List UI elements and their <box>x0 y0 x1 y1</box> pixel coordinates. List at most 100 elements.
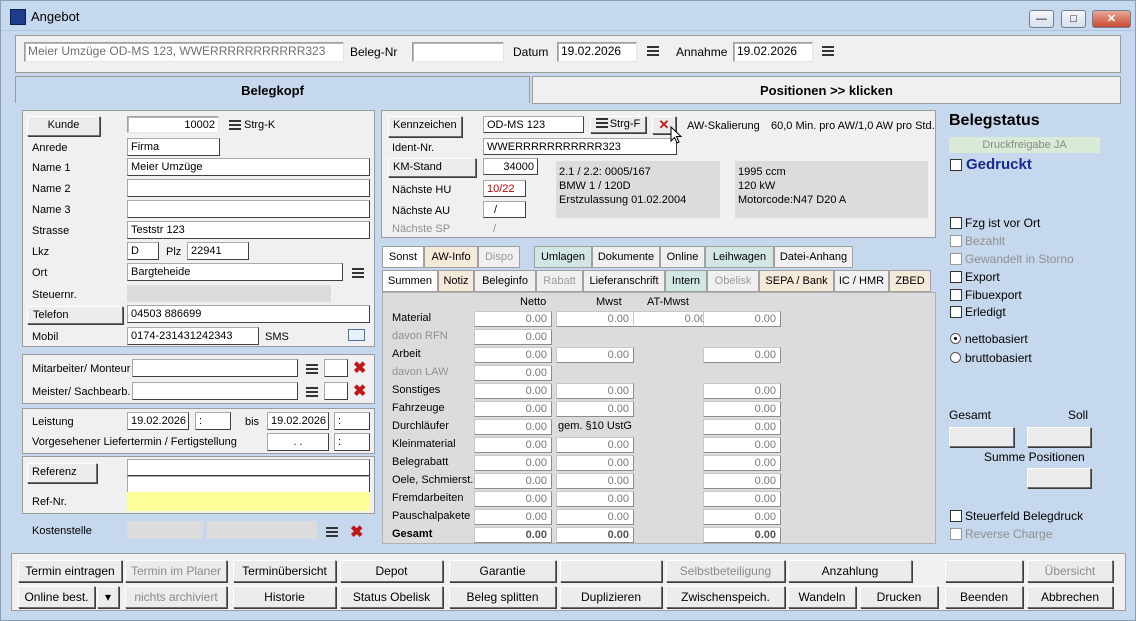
tab-sepa-bank[interactable]: SEPA / Bank <box>759 270 834 292</box>
maximize-button[interactable]: □ <box>1061 10 1086 28</box>
telefon-button[interactable]: Telefon <box>27 306 123 324</box>
telefon-field[interactable]: 04503 886699 <box>127 305 370 323</box>
tab-rabatt[interactable]: Rabatt <box>536 270 583 292</box>
nettobasiert-radio[interactable] <box>950 333 961 344</box>
kostenstelle-clear-icon[interactable]: ✖ <box>350 525 363 541</box>
anzahlung-button[interactable]: Anzahlung <box>788 560 912 582</box>
beleg-nr-field[interactable] <box>412 42 504 62</box>
lkz-field[interactable]: D <box>127 242 159 260</box>
leistung-to-field[interactable]: 19.02.2026 <box>267 412 329 430</box>
zwischenspeichern-button[interactable]: Zwischenspeich. <box>666 586 785 608</box>
referenz-field-1[interactable] <box>127 459 370 476</box>
liefertermin-date[interactable]: . . <box>267 433 329 451</box>
tab-datei-anhang[interactable]: Datei-Anhang <box>774 246 853 268</box>
blank-button-2[interactable] <box>945 560 1023 582</box>
mitarbeiter-list-icon[interactable] <box>306 364 318 374</box>
datum-picker-icon[interactable] <box>647 46 659 56</box>
meister-clear-icon[interactable]: ✖ <box>353 384 366 400</box>
minimize-button[interactable]: — <box>1029 10 1054 28</box>
annahme-picker-icon[interactable] <box>822 46 834 56</box>
depot-button[interactable]: Depot <box>340 560 443 582</box>
beenden-button[interactable]: Beenden <box>945 586 1023 608</box>
historie-button[interactable]: Historie <box>233 586 336 608</box>
summe-positionen-button[interactable] <box>1027 468 1091 488</box>
bruttobasiert-radio[interactable] <box>950 352 961 363</box>
leistung-to-time[interactable]: : <box>334 412 370 430</box>
online-bestellen-button[interactable]: Online best. <box>18 586 95 608</box>
anrede-field[interactable]: Firma <box>127 138 220 156</box>
plz-field[interactable]: 22941 <box>187 242 249 260</box>
status-checkbox[interactable] <box>950 289 962 301</box>
naechste-au-field[interactable]: / <box>483 201 526 218</box>
status-checkbox[interactable] <box>950 217 962 229</box>
kostenstelle-list-icon[interactable] <box>326 527 338 537</box>
naechste-hu-field[interactable]: 10/22 <box>483 180 526 197</box>
ort-field[interactable]: Bargteheide <box>127 263 343 281</box>
leistung-from-time[interactable]: : <box>195 412 231 430</box>
tab-zbed[interactable]: ZBED <box>889 270 931 292</box>
ort-list-icon[interactable] <box>352 268 364 278</box>
tab-intern[interactable]: Intern <box>665 270 707 292</box>
meister-field[interactable] <box>132 382 298 400</box>
tab-lieferanschrift[interactable]: Lieferanschrift <box>583 270 665 292</box>
kunde-field[interactable]: 10002 <box>127 116 219 133</box>
name3-field[interactable] <box>127 200 370 218</box>
termin-im-planer-button[interactable]: Termin im Planer <box>125 560 227 582</box>
liefertermin-time[interactable]: : <box>334 433 370 451</box>
tab-online[interactable]: Online <box>660 246 705 268</box>
kunde-button[interactable]: Kunde <box>27 116 100 136</box>
uebersicht-button[interactable]: Übersicht <box>1027 560 1113 582</box>
mobil-field[interactable]: 0174-231431242343 <box>127 327 259 345</box>
blank-button-1[interactable] <box>560 560 662 582</box>
sms-envelope-icon[interactable] <box>348 329 365 341</box>
kennzeichen-field[interactable]: OD-MS 123 <box>483 116 584 133</box>
garantie-button[interactable]: Garantie <box>449 560 556 582</box>
mitarbeiter-clear-icon[interactable]: ✖ <box>353 361 366 377</box>
reverse-charge-checkbox[interactable] <box>950 528 962 540</box>
selbstbeteiligung-button[interactable]: Selbstbeteiligung <box>666 560 785 582</box>
drucken-button[interactable]: Drucken <box>860 586 938 608</box>
meister-code-field[interactable] <box>324 382 348 400</box>
name2-field[interactable] <box>127 179 370 197</box>
refnr-field[interactable] <box>127 492 370 511</box>
terminuebersicht-button[interactable]: Terminübersicht <box>233 560 336 582</box>
nichts-archiviert-button[interactable]: nichts archiviert <box>125 586 227 608</box>
annahme-field[interactable]: 19.02.2026 <box>733 42 813 62</box>
tab-dokumente[interactable]: Dokumente <box>592 246 660 268</box>
tab-notiz[interactable]: Notiz <box>438 270 474 292</box>
status-checkbox[interactable] <box>950 253 962 265</box>
ident-field[interactable]: WWERRRRRRRRRRR323 <box>483 138 677 155</box>
datum-field[interactable]: 19.02.2026 <box>557 42 637 62</box>
strg-f-button[interactable]: Strg-F <box>590 116 646 133</box>
status-checkbox[interactable] <box>950 306 962 318</box>
tab-umlagen[interactable]: Umlagen <box>534 246 592 268</box>
km-stand-button[interactable]: KM-Stand <box>388 158 476 177</box>
status-checkbox[interactable] <box>950 271 962 283</box>
steuernr-field[interactable] <box>127 285 331 302</box>
meister-list-icon[interactable] <box>306 387 318 397</box>
kunde-list-icon[interactable] <box>229 120 241 130</box>
tab-aw-info[interactable]: AW-Info <box>424 246 478 268</box>
referenz-button[interactable]: Referenz <box>27 463 97 483</box>
status-checkbox[interactable] <box>950 235 962 247</box>
leistung-from-field[interactable]: 19.02.2026 <box>127 412 189 430</box>
kostenstelle-field-1[interactable] <box>127 521 203 539</box>
steuerfeld-checkbox[interactable] <box>950 510 962 522</box>
status-obelisk-button[interactable]: Status Obelisk <box>340 586 443 608</box>
name1-field[interactable]: Meier Umzüge <box>127 158 370 176</box>
customer-summary-field[interactable]: Meier Umzüge OD-MS 123, WWERRRRRRRRRRR32… <box>24 42 344 62</box>
km-stand-field[interactable]: 34000 <box>483 158 538 175</box>
abbrechen-button[interactable]: Abbrechen <box>1027 586 1113 608</box>
strasse-field[interactable]: Teststr 123 <box>127 221 370 239</box>
kostenstelle-field-2[interactable] <box>207 521 317 539</box>
wandeln-button[interactable]: Wandeln <box>788 586 856 608</box>
online-dropdown-chevron-icon[interactable]: ▾ <box>97 586 119 608</box>
mitarbeiter-code-field[interactable] <box>324 359 348 377</box>
referenz-field-2[interactable] <box>127 476 370 493</box>
termin-eintragen-button[interactable]: Termin eintragen <box>18 560 122 582</box>
tab-summen[interactable]: Summen <box>382 270 438 292</box>
tab-belegkopf[interactable]: Belegkopf <box>15 76 530 103</box>
mitarbeiter-field[interactable] <box>132 359 298 377</box>
tab-obelisk[interactable]: Obelisk <box>707 270 759 292</box>
gedruckt-checkbox[interactable] <box>950 159 962 171</box>
